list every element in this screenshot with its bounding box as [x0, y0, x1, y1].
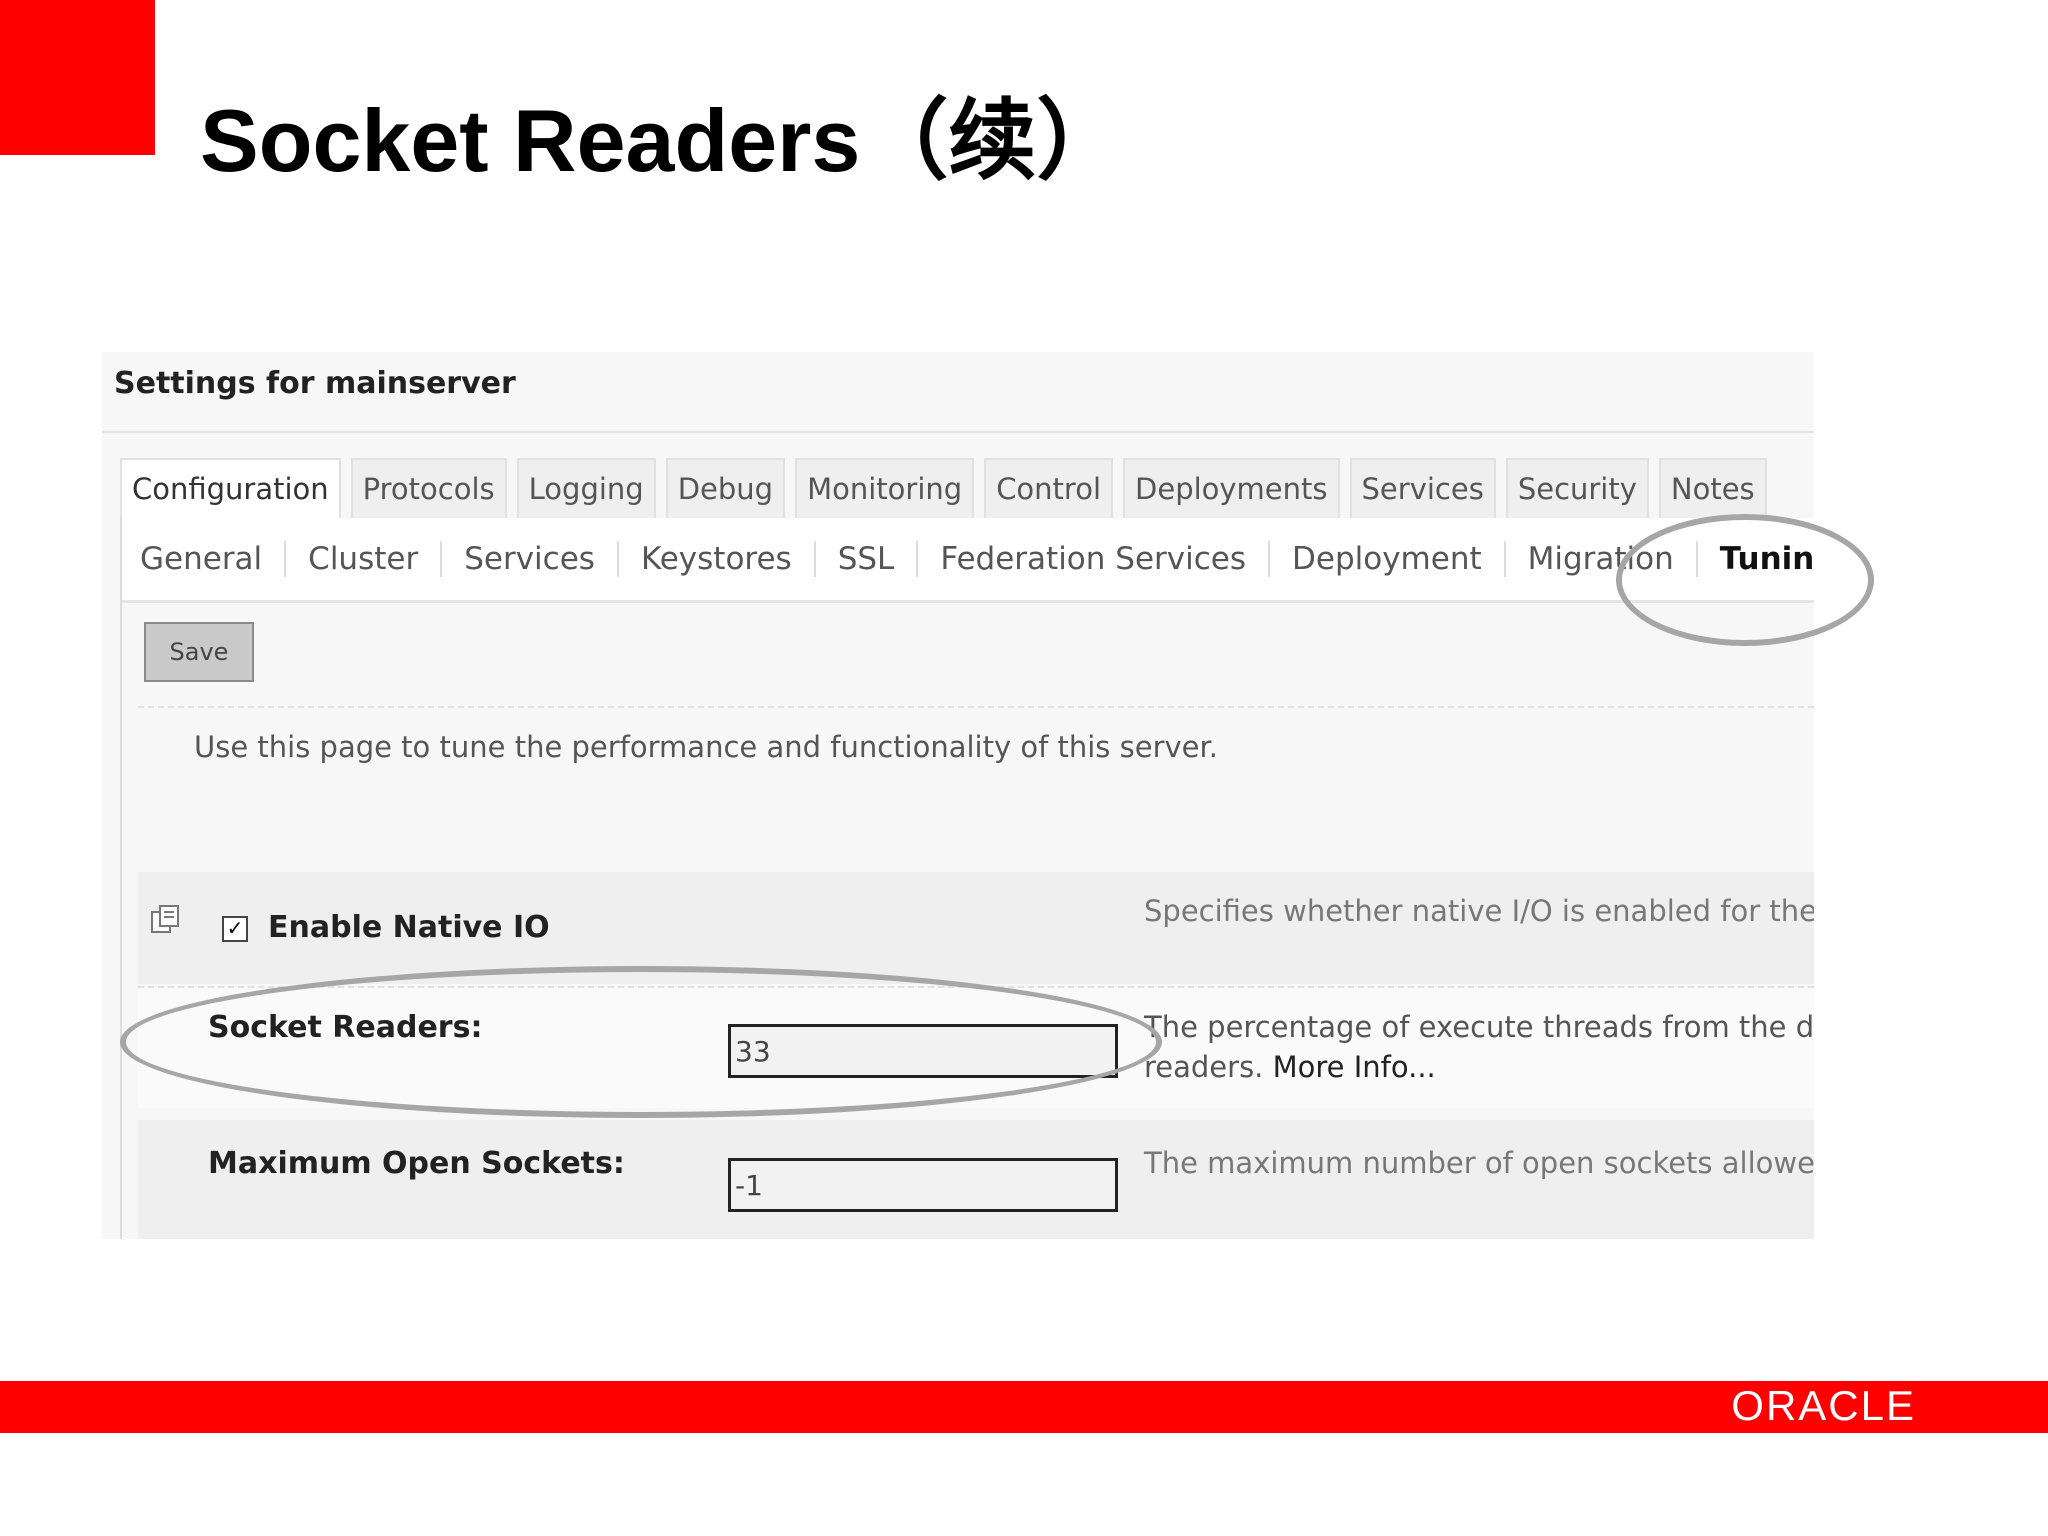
main-tabs: Configuration Protocols Logging Debug Mo… — [120, 458, 1777, 518]
tab-notes[interactable]: Notes — [1658, 458, 1767, 518]
max-open-sockets-label: Maximum Open Sockets: — [208, 1146, 625, 1181]
subtab-deployment[interactable]: Deployment — [1270, 541, 1506, 577]
footer-bar: ORACLE — [0, 1381, 2048, 1433]
tab-debug[interactable]: Debug — [665, 458, 786, 518]
socket-readers-help-text: readers. — [1144, 1050, 1264, 1084]
socket-readers-help: The percentage of execute threads from t… — [1144, 1010, 1814, 1044]
subtab-federation-services[interactable]: Federation Services — [918, 541, 1270, 577]
socket-readers-row: Socket Readers: The percentage of execut… — [138, 988, 1814, 1108]
oracle-logo: ORACLE — [1731, 1382, 1916, 1429]
subtab-ssl[interactable]: SSL — [816, 541, 919, 577]
red-corner-block — [0, 0, 155, 155]
title-divider — [102, 431, 1814, 433]
tab-protocols[interactable]: Protocols — [350, 458, 507, 518]
tab-security[interactable]: Security — [1505, 458, 1649, 518]
save-button[interactable]: Save — [144, 622, 254, 682]
max-open-sockets-help: The maximum number of open sockets allow… — [1144, 1146, 1814, 1180]
tab-logging[interactable]: Logging — [516, 458, 656, 518]
sub-tabs: General Cluster Services Keystores SSL F… — [120, 518, 1814, 603]
max-open-sockets-row: Maximum Open Sockets: The maximum number… — [138, 1120, 1814, 1239]
subtab-cluster[interactable]: Cluster — [286, 541, 443, 577]
max-open-sockets-input[interactable] — [728, 1158, 1118, 1212]
settings-title: Settings for mainserver — [114, 366, 516, 401]
socket-readers-input[interactable] — [728, 1024, 1118, 1078]
subtab-general[interactable]: General — [120, 541, 287, 577]
subtab-tuning[interactable]: Tuning — [1698, 541, 1814, 577]
enable-native-io-label: Enable Native IO — [268, 910, 550, 945]
subtab-migration[interactable]: Migration — [1506, 541, 1698, 577]
tab-services[interactable]: Services — [1349, 458, 1496, 518]
admin-console-screenshot: Settings for mainserver Configuration Pr… — [102, 352, 1814, 1239]
slide-title: Socket Readers（续） — [200, 91, 1125, 190]
subtab-services[interactable]: Services — [442, 541, 619, 577]
subtab-keystores[interactable]: Keystores — [619, 541, 816, 577]
dashed-divider — [138, 706, 1814, 708]
more-info-link[interactable]: More Info... — [1273, 1050, 1436, 1084]
tab-control[interactable]: Control — [984, 458, 1114, 518]
tab-configuration[interactable]: Configuration — [120, 458, 341, 518]
enable-native-io-checkbox[interactable]: ✓ — [222, 916, 248, 942]
native-io-help: Specifies whether native I/O is enabled … — [1144, 894, 1814, 928]
native-io-row: ✓ Enable Native IO Specifies whether nat… — [138, 872, 1814, 984]
tab-monitoring[interactable]: Monitoring — [795, 458, 975, 518]
advanced-option-icon — [151, 905, 179, 933]
socket-readers-help-line2: readers. More Info... — [1144, 1050, 1436, 1084]
page-description: Use this page to tune the performance an… — [194, 730, 1218, 764]
tab-deployments[interactable]: Deployments — [1123, 458, 1340, 518]
content-left-border — [120, 518, 122, 1239]
socket-readers-label: Socket Readers: — [208, 1010, 483, 1045]
